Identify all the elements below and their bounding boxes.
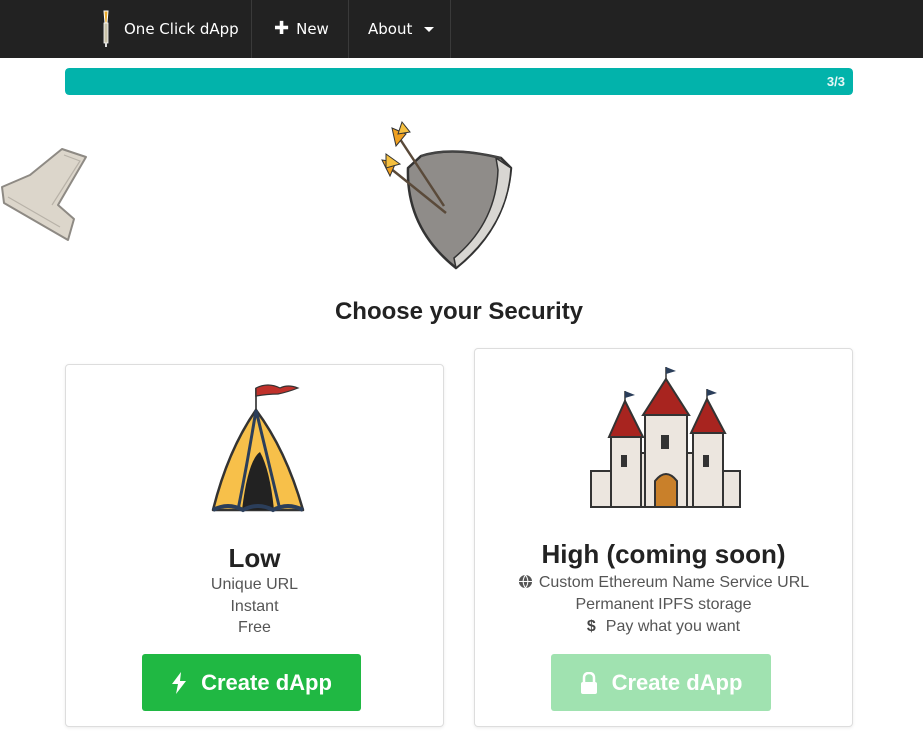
create-dapp-high-button[interactable]: Create dApp <box>551 654 771 711</box>
card-feature: Custom Ethereum Name Service URL <box>475 574 852 592</box>
progress-bar-fill: 3/3 <box>65 68 853 95</box>
progress-bar: 3/3 <box>65 68 853 95</box>
tent-icon <box>211 384 305 513</box>
card-title-high: High (coming soon) <box>541 539 786 569</box>
torch-logo-icon <box>103 10 109 47</box>
nav-about-label: About <box>368 20 413 38</box>
lock-icon <box>580 671 597 694</box>
progress-label: 3/3 <box>826 74 845 89</box>
back-arrow-icon[interactable] <box>0 145 90 245</box>
nav-new-label: New <box>296 20 329 38</box>
brand-link[interactable]: One Click dApp <box>82 0 251 58</box>
dollar-icon: $ <box>586 618 596 635</box>
caret-down-icon <box>424 26 435 32</box>
page-title: Choose your Security <box>334 298 584 325</box>
card-title-low: Low <box>228 543 281 573</box>
plus-icon: ✚ <box>274 18 290 39</box>
create-dapp-low-button[interactable]: Create dApp <box>142 654 361 711</box>
card-feature: $ Pay what you want <box>586 618 741 635</box>
card-feature: Unique URL <box>210 576 299 593</box>
brand-name: One Click dApp <box>124 20 239 38</box>
security-card-low: Low Unique URL Instant Free Create dApp <box>65 364 444 727</box>
castle-icon <box>590 367 741 508</box>
security-card-high: High (coming soon) Custom Ethereum Name … <box>474 348 853 727</box>
button-label: Create dApp <box>611 669 743 695</box>
lightning-bolt-icon <box>172 671 187 694</box>
nav-about-dropdown[interactable]: About <box>348 0 451 58</box>
top-navbar: One Click dApp ✚ New About <box>0 0 923 58</box>
button-label: Create dApp <box>201 669 332 695</box>
card-feature: Instant <box>230 598 279 615</box>
nav-new-button[interactable]: ✚ New <box>251 0 348 58</box>
card-feature: Permanent IPFS storage <box>575 596 752 613</box>
globe-icon <box>518 574 532 589</box>
card-feature: Free <box>238 619 271 636</box>
shield-with-arrows-icon <box>381 120 513 270</box>
